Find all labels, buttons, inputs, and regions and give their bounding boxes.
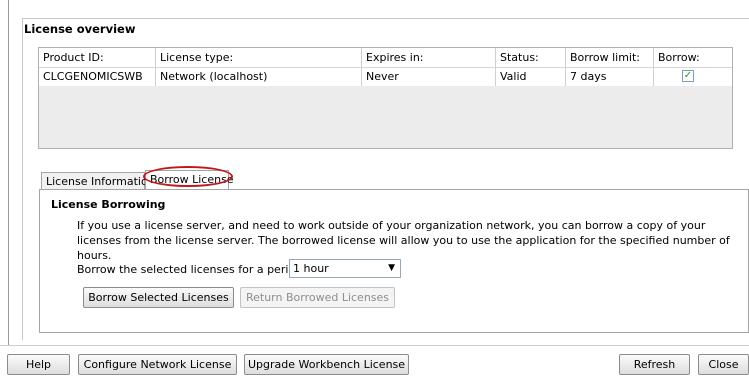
panel-description: If you use a license server, and need to… xyxy=(77,219,730,262)
column-header-product-id[interactable]: Product ID: xyxy=(39,48,156,67)
column-header-borrow[interactable]: Borrow: xyxy=(654,48,732,67)
highlight-ellipse xyxy=(143,166,233,187)
table-header-row: Product ID: License type: Expires in: St… xyxy=(39,48,732,68)
section-title: License overview xyxy=(24,22,136,36)
cell-status: Valid xyxy=(496,68,566,86)
cell-borrow-limit: 7 days xyxy=(566,68,654,86)
chevron-down-icon: ▼ xyxy=(388,263,395,273)
panel-title: License Borrowing xyxy=(51,198,166,211)
borrow-selected-licenses-button[interactable]: Borrow Selected Licenses xyxy=(83,287,234,308)
period-select-value: 1 hour xyxy=(293,262,329,275)
left-divider xyxy=(8,0,9,345)
column-header-status[interactable]: Status: xyxy=(496,48,566,67)
cell-borrow: ✓ xyxy=(654,68,732,86)
license-table: Product ID: License type: Expires in: St… xyxy=(38,47,733,149)
help-button[interactable]: Help xyxy=(7,354,70,375)
table-row[interactable]: CLCGENOMICSWB Network (localhost) Never … xyxy=(39,68,732,86)
cell-license-type: Network (localhost) xyxy=(156,68,362,86)
close-button[interactable]: Close xyxy=(698,354,749,375)
period-label: Borrow the selected licenses for a perio… xyxy=(77,263,320,276)
period-select[interactable]: 1 hour ▼ xyxy=(289,259,401,278)
cell-product-id: CLCGENOMICSWB xyxy=(39,68,156,86)
column-header-license-type[interactable]: License type: xyxy=(156,48,362,67)
footer-divider xyxy=(0,345,749,346)
cell-expires-in: Never xyxy=(362,68,496,86)
column-header-borrow-limit[interactable]: Borrow limit: xyxy=(566,48,654,67)
configure-network-license-button[interactable]: Configure Network License xyxy=(78,354,237,375)
borrow-checkbox[interactable]: ✓ xyxy=(682,70,694,82)
borrow-license-panel: License Borrowing If you use a license s… xyxy=(39,189,749,333)
column-header-expires-in[interactable]: Expires in: xyxy=(362,48,496,67)
return-borrowed-licenses-button[interactable]: Return Borrowed Licenses xyxy=(240,287,395,308)
upgrade-workbench-license-button[interactable]: Upgrade Workbench License xyxy=(244,354,409,375)
refresh-button[interactable]: Refresh xyxy=(619,354,690,375)
